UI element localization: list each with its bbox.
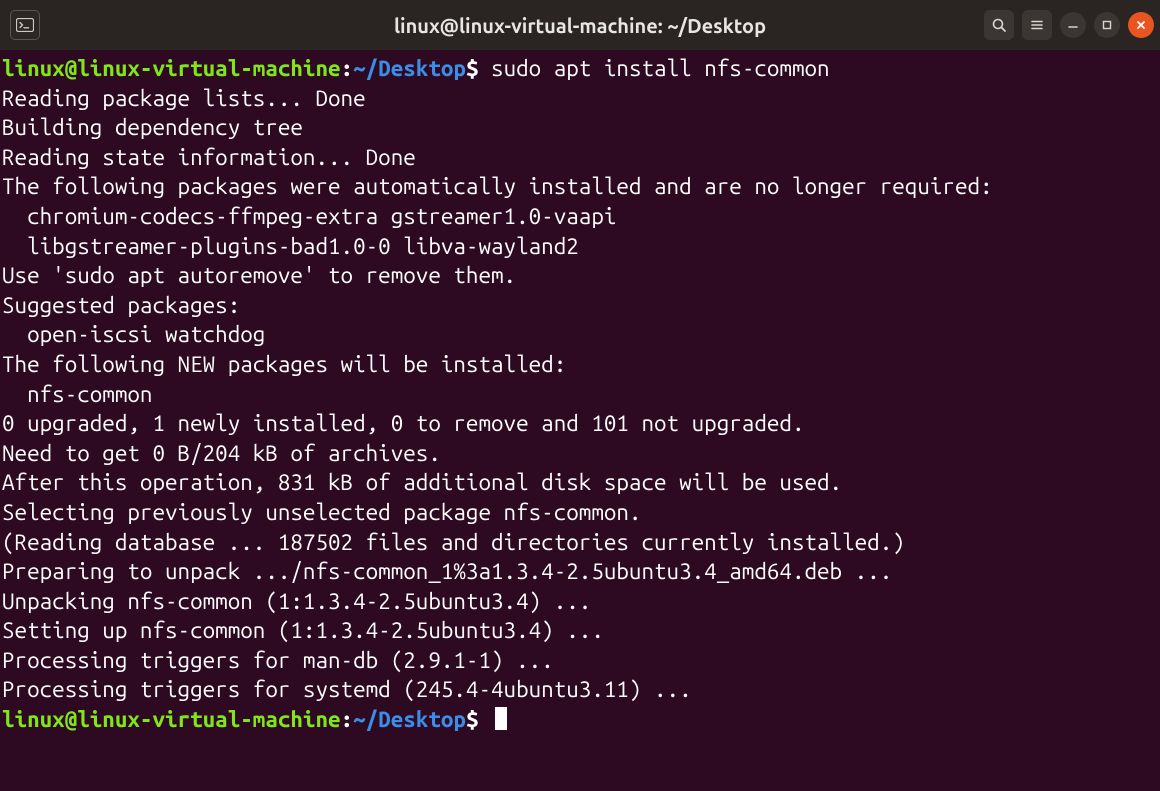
prompt-dollar: $: [466, 56, 479, 81]
prompt-dollar: $: [466, 707, 479, 732]
close-button[interactable]: [1128, 12, 1154, 38]
minimize-button[interactable]: [1060, 12, 1086, 38]
cursor: [495, 707, 507, 730]
prompt-colon: :: [341, 56, 354, 81]
prompt-user-host: linux@linux-virtual-machine: [2, 56, 341, 81]
titlebar: linux@linux-virtual-machine: ~/Desktop: [0, 0, 1160, 50]
maximize-button[interactable]: [1094, 12, 1120, 38]
prompt-line-1: linux@linux-virtual-machine:~/Desktop$ s…: [2, 56, 830, 81]
search-button[interactable]: [984, 10, 1014, 40]
terminal-output: Reading package lists... Done Building d…: [2, 86, 993, 703]
terminal-app-icon[interactable]: [10, 10, 40, 40]
prompt-line-2: linux@linux-virtual-machine:~/Desktop$: [2, 707, 507, 732]
prompt-path: /Desktop: [366, 707, 466, 732]
prompt-tilde: ~: [353, 707, 366, 732]
window-title: linux@linux-virtual-machine: ~/Desktop: [394, 14, 766, 37]
command-1: sudo apt install nfs-common: [479, 56, 830, 81]
prompt-tilde: ~: [353, 56, 366, 81]
menu-button[interactable]: [1022, 10, 1052, 40]
prompt-path: /Desktop: [366, 56, 466, 81]
prompt-colon: :: [341, 707, 354, 732]
command-2: [479, 707, 492, 732]
titlebar-right-controls: [984, 10, 1154, 40]
prompt-user-host: linux@linux-virtual-machine: [2, 707, 341, 732]
terminal-body[interactable]: linux@linux-virtual-machine:~/Desktop$ s…: [0, 50, 1160, 791]
